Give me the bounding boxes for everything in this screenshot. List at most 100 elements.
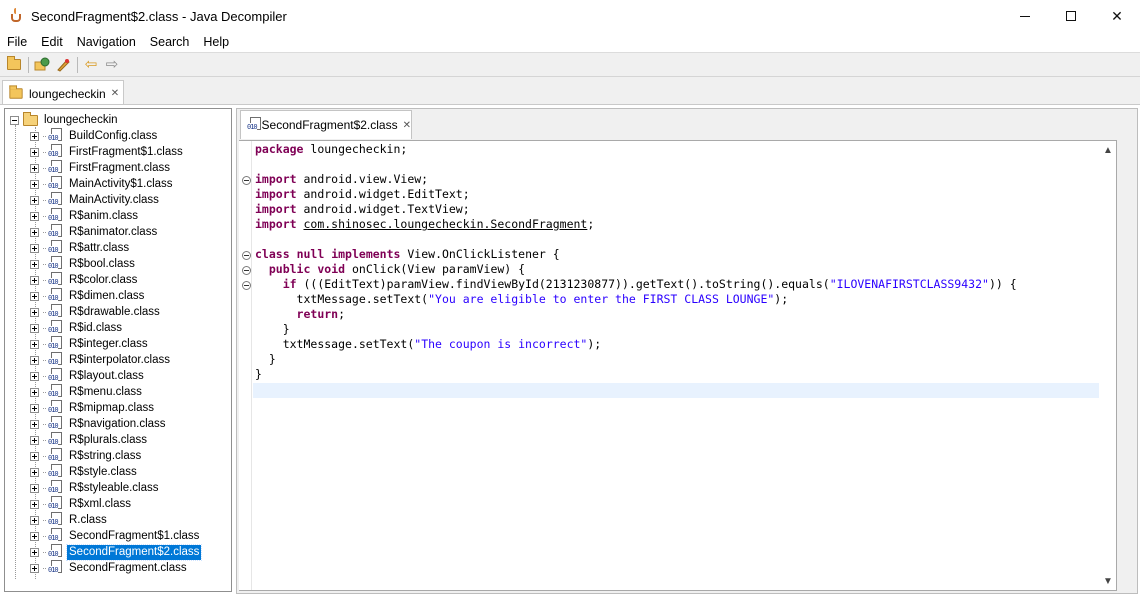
open-file-button[interactable] [4, 55, 24, 75]
expand-icon[interactable] [30, 451, 39, 461]
tree-item[interactable]: 010 FirstFragment$1.class [30, 144, 185, 160]
tree-item[interactable]: 010 R$drawable.class [30, 304, 162, 320]
project-tab-strip: loungecheckin ✕ [0, 76, 1140, 106]
expand-icon[interactable] [30, 467, 39, 477]
tree-item[interactable]: 010 R$navigation.class [30, 416, 168, 432]
tree-item[interactable]: 010 SecondFragment$1.class [30, 528, 201, 544]
tree-item-label: R$color.class [69, 273, 138, 286]
tree-item[interactable]: 010 R$mipmap.class [30, 400, 156, 416]
fold-toggle-icon[interactable] [242, 281, 251, 290]
fold-toggle-icon[interactable] [242, 266, 251, 275]
expand-icon[interactable] [30, 243, 39, 253]
expand-icon[interactable] [30, 403, 39, 413]
forward-button[interactable]: ⇨ [102, 55, 122, 75]
expand-icon[interactable] [30, 355, 39, 365]
expand-icon[interactable] [30, 275, 39, 285]
tree-item[interactable]: 010 R$styleable.class [30, 480, 160, 496]
expand-icon[interactable] [30, 131, 39, 141]
tree-item-label: R$layout.class [69, 369, 144, 382]
tree-item[interactable]: 010 R$id.class [30, 320, 124, 336]
menu-file[interactable]: File [0, 32, 34, 52]
expand-icon[interactable] [30, 259, 39, 269]
expand-icon[interactable] [30, 547, 39, 557]
expand-icon[interactable] [30, 307, 39, 317]
back-button[interactable]: ⇦ [81, 55, 101, 75]
class-file-icon: 010 [48, 448, 64, 464]
expand-icon[interactable] [30, 387, 39, 397]
maximize-button[interactable] [1048, 0, 1094, 32]
expand-icon[interactable] [30, 371, 39, 381]
expand-icon[interactable] [30, 499, 39, 509]
editor-tab-secondfragment2[interactable]: 010 SecondFragment$2.class ✕ [240, 110, 412, 139]
tree-item[interactable]: 010 R$dimen.class [30, 288, 146, 304]
expand-icon[interactable] [30, 323, 39, 333]
expand-icon[interactable] [30, 227, 39, 237]
expand-icon[interactable] [30, 435, 39, 445]
expand-icon[interactable] [30, 531, 39, 541]
collapse-icon[interactable] [10, 115, 19, 125]
class-file-icon: 010 [48, 192, 64, 208]
class-file-icon: 010 [48, 304, 64, 320]
close-button[interactable]: ✕ [1094, 0, 1140, 32]
tree-item-label: MainActivity$1.class [69, 177, 173, 190]
tree-item[interactable]: 010 R$string.class [30, 448, 143, 464]
tree-item[interactable]: 010 R$anim.class [30, 208, 140, 224]
open-type-button[interactable] [32, 55, 52, 75]
tree-item[interactable]: 010 BuildConfig.class [30, 128, 159, 144]
code-line: class null implements View.OnClickListen… [255, 247, 560, 261]
class-file-icon: 010 [48, 368, 64, 384]
expand-icon[interactable] [30, 563, 39, 573]
tree-item-label: R$animator.class [69, 225, 158, 238]
menu-navigation[interactable]: Navigation [70, 32, 143, 52]
tree-item[interactable]: 010 MainActivity.class [30, 192, 161, 208]
expand-icon[interactable] [30, 291, 39, 301]
menu-search[interactable]: Search [143, 32, 197, 52]
open-type-hierarchy-button[interactable] [53, 55, 73, 75]
expand-icon[interactable] [30, 195, 39, 205]
vertical-scrollbar[interactable]: ▲ ▼ [1100, 141, 1116, 590]
expand-icon[interactable] [30, 419, 39, 429]
scroll-up-icon[interactable]: ▲ [1100, 142, 1116, 158]
tree-item[interactable]: 010 R$plurals.class [30, 432, 149, 448]
close-tab-icon[interactable]: ✕ [111, 88, 119, 99]
tree-item[interactable]: 010 FirstFragment.class [30, 160, 172, 176]
expand-icon[interactable] [30, 179, 39, 189]
tree-item[interactable]: 010 R$integer.class [30, 336, 150, 352]
tree-item[interactable]: 010 R$bool.class [30, 256, 137, 272]
import-link[interactable]: com.shinosec.loungecheckin.SecondFragmen… [303, 217, 587, 231]
expand-icon[interactable] [30, 211, 39, 221]
tree-item[interactable]: 010 R$attr.class [30, 240, 131, 256]
expand-icon[interactable] [30, 147, 39, 157]
tree-item[interactable]: 010 R$interpolator.class [30, 352, 172, 368]
class-file-icon: 010 [48, 512, 64, 528]
expand-icon[interactable] [30, 339, 39, 349]
expand-icon[interactable] [30, 515, 39, 525]
scroll-down-icon[interactable]: ▼ [1100, 573, 1116, 589]
tree-item[interactable]: 010 R$style.class [30, 464, 139, 480]
tree-item[interactable]: 010 R$animator.class [30, 224, 159, 240]
minimize-button[interactable] [1002, 0, 1048, 32]
tree-item[interactable]: 010 R$menu.class [30, 384, 144, 400]
tree-item[interactable]: 010 R.class [30, 512, 109, 528]
window-title: SecondFragment$2.class - Java Decompiler [31, 8, 287, 24]
menu-edit[interactable]: Edit [34, 32, 70, 52]
tree-item[interactable]: 010 SecondFragment$2.class [30, 543, 203, 561]
toolbar: ⇦ ⇨ [0, 52, 1140, 76]
expand-icon[interactable] [30, 163, 39, 173]
tree-root[interactable]: loungecheckin [10, 111, 120, 128]
forward-icon: ⇨ [105, 56, 119, 73]
tree-item[interactable]: 010 R$layout.class [30, 368, 146, 384]
project-tab-loungecheckin[interactable]: loungecheckin ✕ [2, 80, 124, 106]
tree-item-label: R$styleable.class [69, 481, 159, 494]
menu-help[interactable]: Help [196, 32, 236, 52]
maximize-icon [1066, 11, 1076, 21]
fold-toggle-icon[interactable] [242, 251, 251, 260]
tree-item[interactable]: 010 MainActivity$1.class [30, 176, 175, 192]
close-tab-icon[interactable]: ✕ [403, 120, 411, 131]
expand-icon[interactable] [30, 483, 39, 493]
tree-item[interactable]: 010 R$xml.class [30, 496, 133, 512]
fold-toggle-icon[interactable] [242, 176, 251, 185]
tree-item[interactable]: 010 R$color.class [30, 272, 139, 288]
tree-item[interactable]: 010 SecondFragment.class [30, 560, 189, 576]
code-line: package loungecheckin; [255, 142, 408, 156]
